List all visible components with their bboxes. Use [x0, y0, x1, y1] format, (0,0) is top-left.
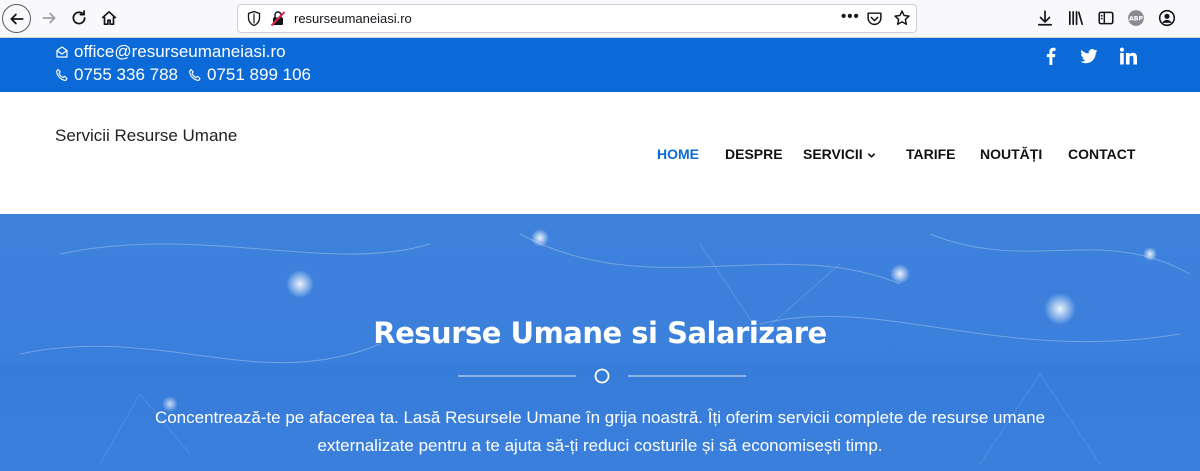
url-bar[interactable]: resurseumaneiasi.ro •••	[237, 4, 917, 33]
reload-icon	[72, 10, 86, 25]
abp-icon: ABP	[1128, 10, 1144, 26]
reload-button[interactable]	[64, 3, 94, 33]
contact-bar: office@resurseumaneiasi.ro 0755 336 788 …	[0, 38, 1200, 92]
email-link[interactable]: office@resurseumaneiasi.ro	[74, 42, 286, 62]
title-divider	[458, 368, 746, 384]
linkedin-icon	[1119, 47, 1137, 65]
nav-noutati[interactable]: NOUTĂȚI	[980, 146, 1042, 162]
pocket-icon[interactable]	[866, 10, 883, 27]
chevron-down-icon	[867, 153, 875, 158]
arrow-right-icon	[42, 12, 56, 24]
svg-text:ABP: ABP	[1129, 16, 1143, 23]
hero-description: Concentrează-te pe afacerea ta. Lasă Res…	[100, 404, 1100, 460]
facebook-link[interactable]	[1041, 46, 1061, 66]
hero-text-line-1: Concentrează-te pe afacerea ta. Lasă Res…	[154, 408, 1046, 427]
home-icon	[101, 10, 117, 26]
bookmark-star-icon[interactable]	[893, 9, 911, 27]
site-header: Servicii Resurse Umane HOME DESPRE SERVI…	[0, 92, 1200, 214]
linkedin-link[interactable]	[1118, 46, 1138, 66]
library-icon	[1068, 10, 1084, 26]
nav-servicii[interactable]: SERVICII	[803, 146, 876, 162]
arrow-left-icon	[9, 13, 24, 24]
account-icon	[1158, 9, 1176, 27]
hero-title: Resurse Umane si Salarizare	[373, 316, 827, 350]
download-icon	[1037, 10, 1053, 26]
sidebar-button[interactable]	[1096, 8, 1116, 28]
adblock-button[interactable]: ABP	[1126, 8, 1146, 28]
url-text[interactable]: resurseumaneiasi.ro	[294, 11, 412, 26]
site-title[interactable]: Servicii Resurse Umane	[55, 126, 237, 146]
forward-button[interactable]	[34, 3, 64, 33]
nav-servicii-label: SERVICII	[803, 146, 863, 162]
nav-home[interactable]: HOME	[657, 146, 699, 162]
phone-line: 0755 336 788 0751 899 106	[55, 65, 311, 85]
phone-link-2[interactable]: 0751 899 106	[207, 65, 311, 85]
nav-contact[interactable]: CONTACT	[1068, 146, 1135, 162]
phone-icon	[188, 68, 202, 82]
phone-icon	[55, 68, 69, 82]
nav-despre[interactable]: DESPRE	[725, 146, 783, 162]
twitter-icon	[1080, 49, 1098, 64]
page-actions-menu[interactable]: •••	[841, 8, 860, 25]
browser-toolbar: resurseumaneiasi.ro ••• ABP	[0, 0, 1200, 38]
envelope-icon	[55, 45, 69, 59]
email-line: office@resurseumaneiasi.ro	[55, 42, 286, 62]
nav-tarife[interactable]: TARIFE	[906, 146, 956, 162]
sidebar-icon	[1098, 11, 1114, 25]
insecure-lock-icon[interactable]	[270, 10, 286, 27]
hero-section: Resurse Umane si Salarizare Concentrează…	[0, 214, 1200, 471]
phone-link-1[interactable]: 0755 336 788	[74, 65, 178, 85]
facebook-icon	[1046, 47, 1056, 65]
hero-text-line-2: externalizate pentru a te ajuta să-ți re…	[317, 436, 883, 455]
downloads-button[interactable]	[1035, 8, 1055, 28]
twitter-link[interactable]	[1079, 46, 1099, 66]
back-button[interactable]	[2, 4, 31, 33]
main-nav: HOME DESPRE SERVICII TARIFE NOUTĂȚI CONT…	[0, 146, 1200, 166]
library-button[interactable]	[1066, 8, 1086, 28]
shield-icon[interactable]	[246, 10, 262, 27]
account-button[interactable]	[1157, 8, 1177, 28]
home-button[interactable]	[94, 3, 124, 33]
